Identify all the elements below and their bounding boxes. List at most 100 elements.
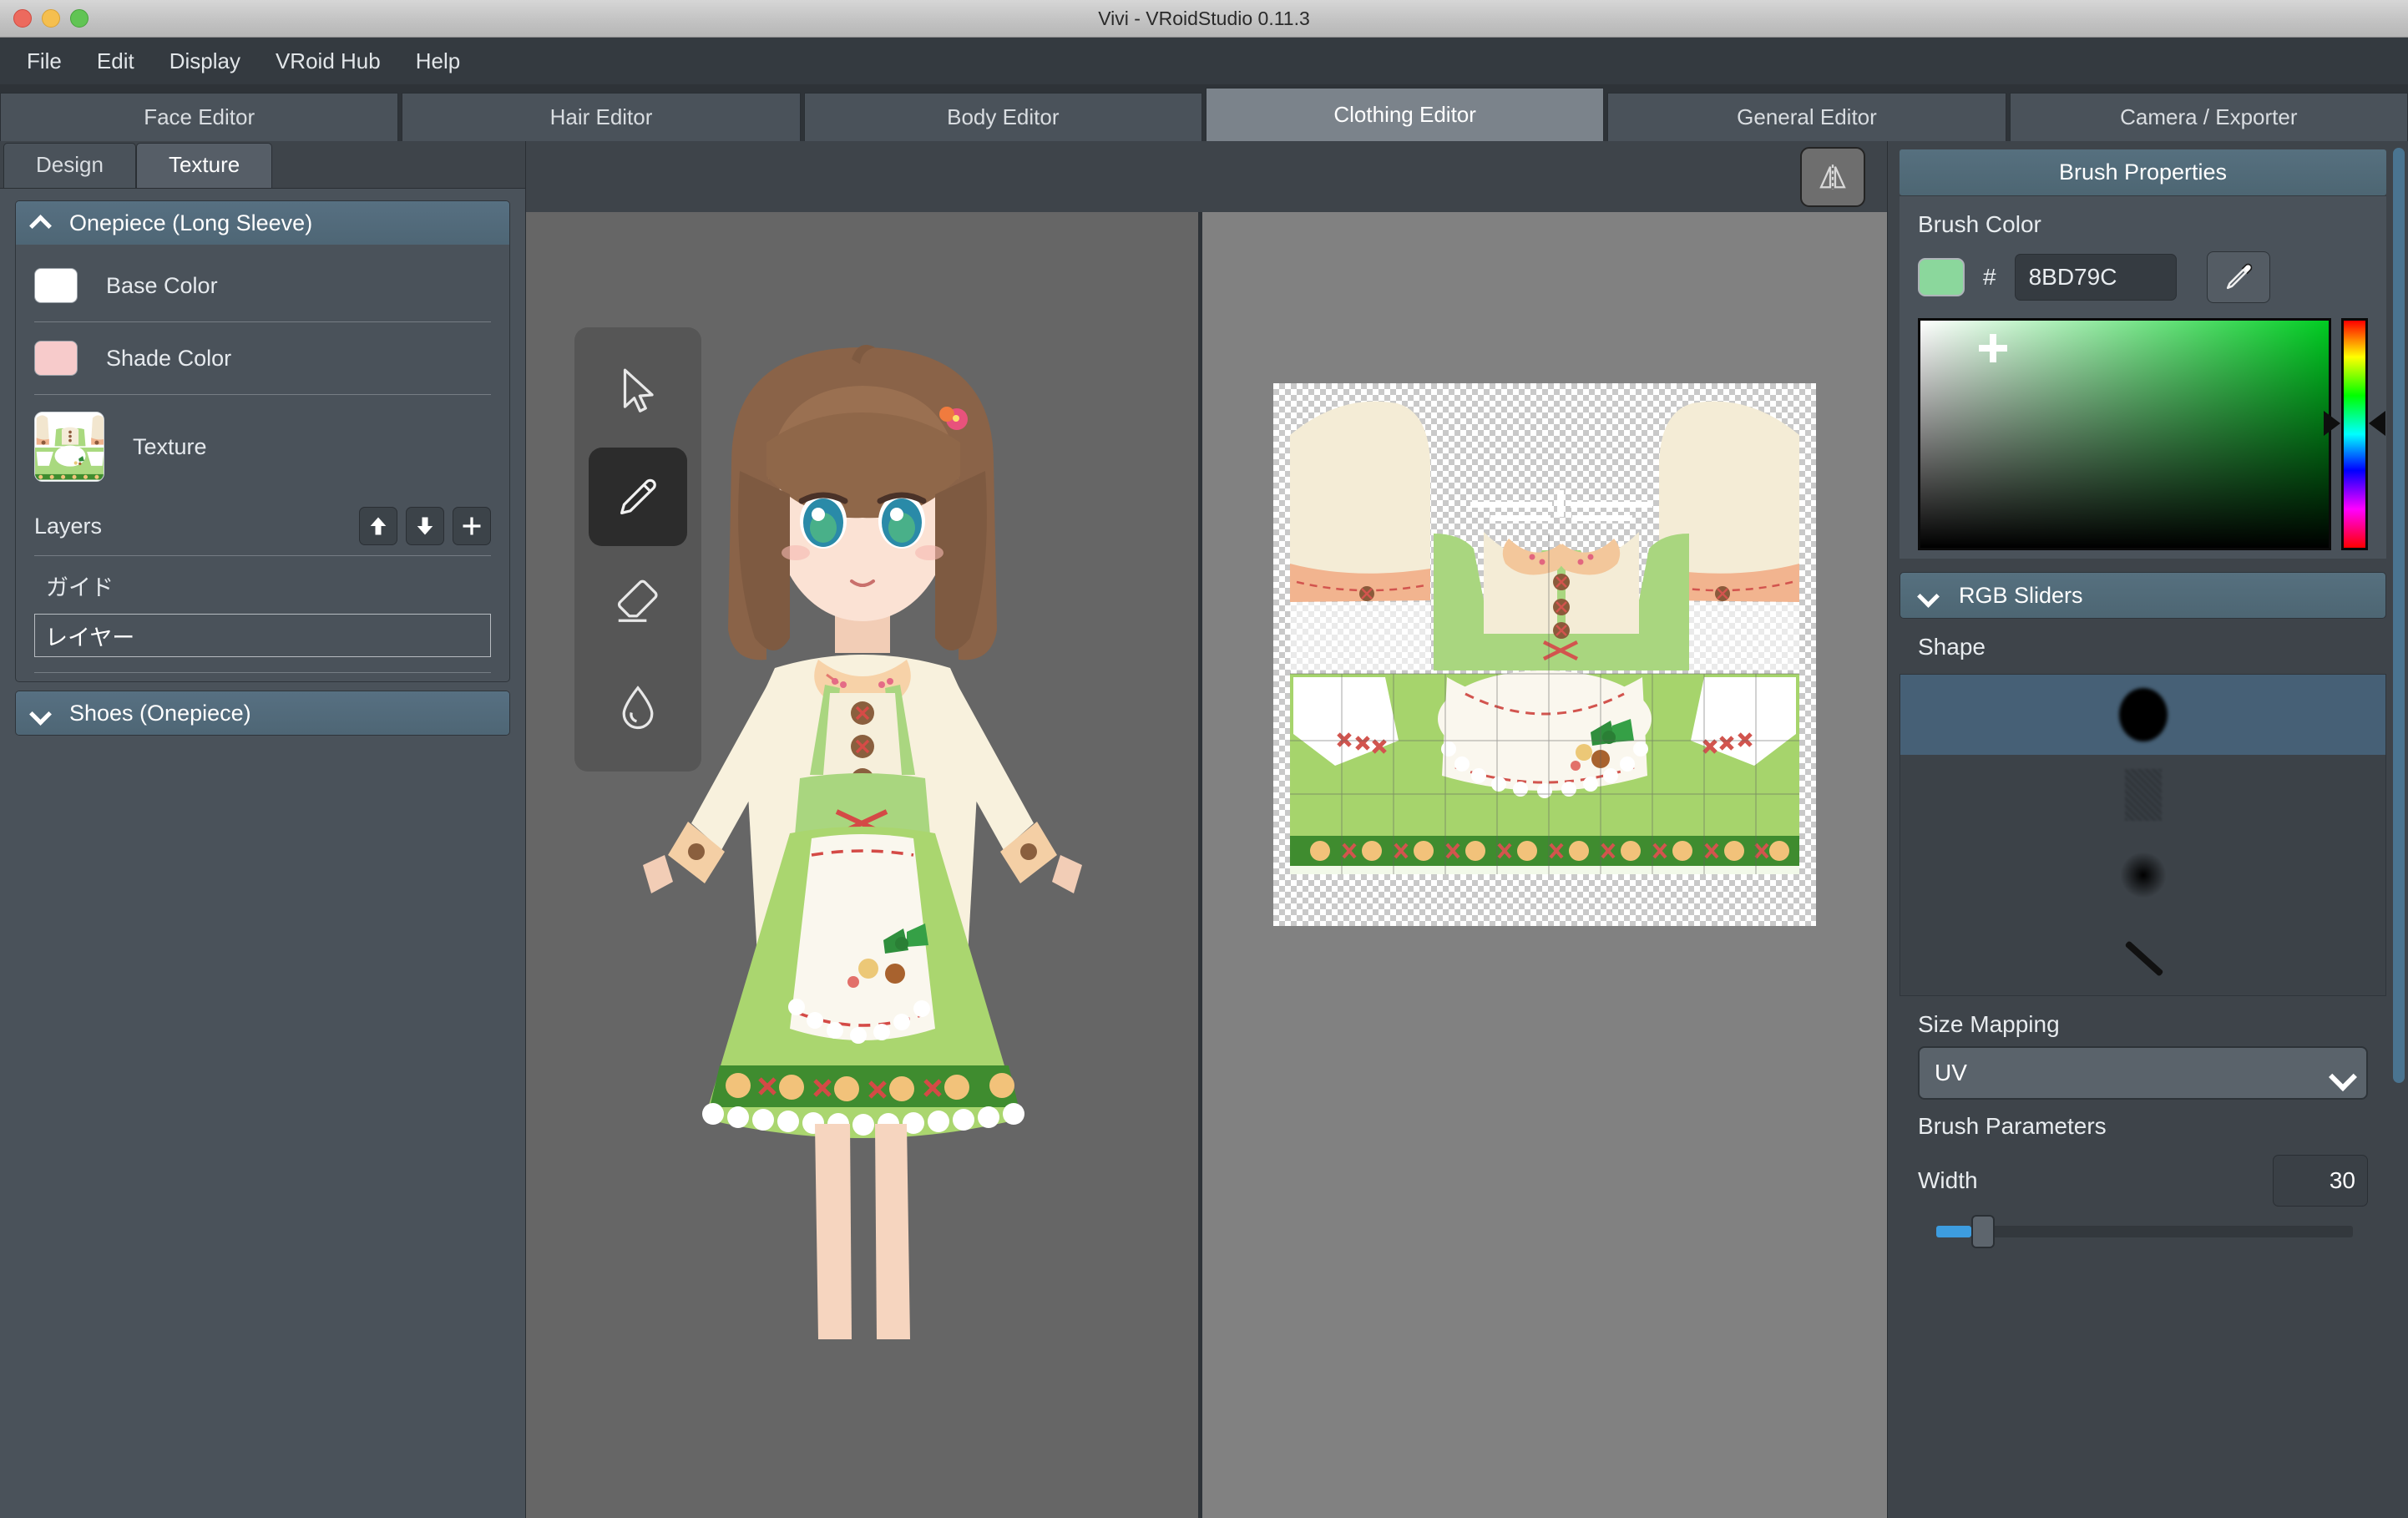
tab-body-editor[interactable]: Body Editor	[803, 93, 1202, 141]
move-layer-down-button[interactable]	[406, 507, 444, 545]
section-onepiece-header[interactable]: Onepiece (Long Sleeve)	[16, 201, 509, 245]
model-3d-viewport[interactable]	[526, 212, 1202, 1518]
color-cursor-icon	[1979, 334, 2007, 362]
texture-row[interactable]: Texture	[34, 395, 491, 493]
shape-label: Shape	[1918, 634, 1986, 660]
uv-canvas[interactable]	[1273, 383, 1816, 926]
section-onepiece-body: Base Color Shade Color Texture Layers ガイ…	[16, 245, 509, 681]
mirror-symmetry-button[interactable]	[1800, 146, 1865, 207]
menu-file[interactable]: File	[12, 44, 77, 78]
shade-color-row[interactable]: Shade Color	[34, 322, 491, 394]
divider	[34, 394, 491, 395]
brush-hex-input[interactable]: 8BD79C	[2014, 254, 2177, 301]
menu-help[interactable]: Help	[401, 44, 475, 78]
layers-label: Layers	[34, 513, 103, 539]
width-slider-knob[interactable]	[1971, 1215, 1995, 1248]
left-panel-body: Onepiece (Long Sleeve) Base Color Shade …	[0, 188, 525, 1518]
chevron-down-icon	[31, 706, 53, 720]
section-shoes-title: Shoes (Onepiece)	[69, 700, 251, 726]
shape-item-texture[interactable]	[1900, 755, 2385, 835]
shape-item-hard-round[interactable]	[1900, 675, 2385, 755]
viewport-area	[526, 141, 1887, 1518]
subtab-texture[interactable]: Texture	[135, 143, 273, 188]
right-panel-scrollbar-thumb[interactable]	[2393, 148, 2405, 1083]
tab-general-editor[interactable]: General Editor	[1607, 93, 2006, 141]
menu-vroid-hub[interactable]: VRoid Hub	[261, 44, 396, 78]
layer-name-input[interactable]	[34, 614, 491, 657]
size-mapping-select[interactable]: UV	[1918, 1046, 2368, 1100]
subtab-design[interactable]: Design	[3, 143, 136, 188]
section-onepiece-title: Onepiece (Long Sleeve)	[69, 210, 313, 235]
brush-parameters-label: Brush Parameters	[1918, 1113, 2107, 1139]
size-mapping-value: UV	[1935, 1060, 1967, 1085]
minimize-button[interactable]	[42, 9, 60, 28]
divider	[34, 321, 491, 322]
base-color-swatch[interactable]	[34, 268, 78, 303]
right-panel-scrollbar[interactable]	[2393, 148, 2405, 1511]
section-shoes-header[interactable]: Shoes (Onepiece)	[16, 691, 509, 735]
window-title: Vivi - VRoidStudio 0.11.3	[1098, 7, 1310, 29]
section-onepiece: Onepiece (Long Sleeve) Base Color Shade …	[15, 200, 510, 682]
viewport-split	[526, 212, 1887, 1518]
hue-slider[interactable]	[2324, 318, 2385, 550]
left-subtabs: Design Texture	[0, 141, 525, 188]
soft-round-brush-icon	[2119, 852, 2167, 898]
layer-item-guide[interactable]: ガイド	[34, 556, 491, 614]
width-slider-fill	[1936, 1226, 1971, 1237]
layers-toolbar	[359, 507, 491, 545]
base-color-row[interactable]: Base Color	[34, 250, 491, 321]
brush-parameters-section: Brush Parameters Width 30	[1900, 1108, 2386, 1255]
chevron-down-icon	[1919, 589, 1940, 602]
brush-properties-title: Brush Properties	[1900, 149, 2386, 195]
shade-color-label: Shade Color	[106, 345, 232, 371]
shape-section: Shape	[1900, 619, 2386, 660]
tab-hair-editor[interactable]: Hair Editor	[402, 93, 801, 141]
left-panel: Design Texture Onepiece (Long Sleeve) Ba…	[0, 141, 526, 1518]
editor-tabbar: Face Editor Hair Editor Body Editor Clot…	[0, 84, 2408, 141]
rgb-sliders-toggle[interactable]: RGB Sliders	[1900, 572, 2386, 619]
brush-color-row: # 8BD79C	[1918, 251, 2368, 303]
rgb-sliders-label: RGB Sliders	[1959, 582, 2083, 608]
tab-face-editor[interactable]: Face Editor	[0, 93, 399, 141]
maximize-button[interactable]	[70, 9, 89, 28]
chevron-up-icon	[31, 216, 53, 230]
texture-thumbnail[interactable]	[34, 412, 104, 482]
viewport-toolbar	[526, 141, 1887, 212]
layers-header: Layers	[34, 493, 491, 555]
shape-item-soft-round[interactable]	[1900, 835, 2385, 915]
brush-properties-panel: Brush Properties Brush Color # 8BD79C RG…	[1888, 141, 2408, 1518]
window-controls	[0, 9, 89, 28]
eyedropper-button[interactable]	[2206, 251, 2270, 303]
main-area: Design Texture Onepiece (Long Sleeve) Ba…	[0, 141, 2408, 1518]
hash-symbol: #	[1983, 264, 1996, 290]
move-layer-up-button[interactable]	[359, 507, 397, 545]
texture-label: Texture	[133, 433, 207, 459]
saturation-value-field[interactable]	[1918, 318, 2331, 550]
shape-item-line[interactable]	[1900, 915, 2385, 995]
size-mapping-label: Size Mapping	[1918, 1011, 2060, 1037]
width-label: Width	[1918, 1167, 1978, 1193]
menu-display[interactable]: Display	[154, 44, 255, 78]
menu-edit[interactable]: Edit	[82, 44, 149, 78]
brush-color-section: Brush Color # 8BD79C	[1900, 195, 2386, 559]
add-layer-button[interactable]	[453, 507, 491, 545]
menubar: File Edit Display VRoid Hub Help	[0, 38, 2408, 84]
shape-list	[1900, 674, 2386, 996]
shade-color-swatch[interactable]	[34, 341, 78, 376]
size-mapping-section: Size Mapping UV	[1900, 996, 2386, 1108]
right-panel: Brush Properties Brush Color # 8BD79C RG…	[1887, 141, 2408, 1518]
tab-camera-exporter[interactable]: Camera / Exporter	[2009, 93, 2408, 141]
width-parameter-row: Width 30	[1918, 1155, 2368, 1207]
brush-color-swatch[interactable]	[1918, 258, 1965, 296]
width-slider-track	[1936, 1226, 2353, 1237]
divider	[34, 555, 491, 556]
tab-clothing-editor[interactable]: Clothing Editor	[1205, 88, 1605, 141]
close-button[interactable]	[13, 9, 32, 28]
width-slider[interactable]	[1936, 1215, 2353, 1248]
width-value-input[interactable]: 30	[2273, 1155, 2368, 1207]
base-color-label: Base Color	[106, 272, 218, 298]
hue-marker-right-icon	[2369, 411, 2385, 436]
brush-color-label: Brush Color	[1918, 211, 2041, 237]
character-model[interactable]	[526, 271, 1198, 1490]
uv-texture-viewport[interactable]	[1202, 212, 1887, 1518]
